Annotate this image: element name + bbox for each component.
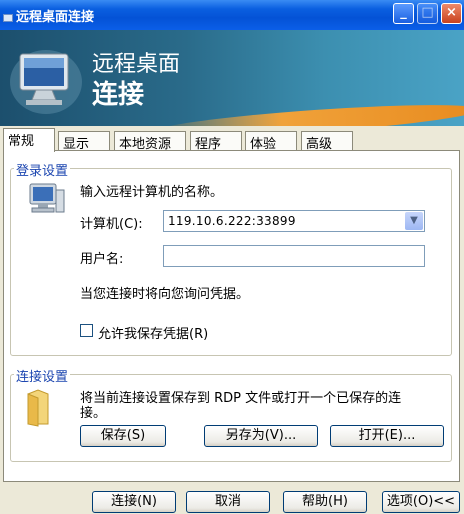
cancel-button[interactable]: 取消 <box>186 491 270 513</box>
connection-description-line1: 将当前连接设置保存到 RDP 文件或打开一个已保存的连 <box>80 391 402 406</box>
help-button[interactable]: 帮助(H) <box>283 491 367 513</box>
chevron-down-icon[interactable]: ▼ <box>405 212 423 230</box>
connection-description-line2: 接。 <box>80 406 107 421</box>
computer-label: 计算机(C): <box>80 217 143 232</box>
credentials-note: 当您连接时将向您询问凭据。 <box>80 287 250 302</box>
header-banner: 远程桌面 连接 <box>0 30 464 126</box>
tab-local-resources[interactable]: 本地资源 <box>114 131 186 152</box>
banner-swoosh <box>149 98 464 126</box>
open-button[interactable]: 打开(E)... <box>330 425 444 447</box>
tab-display[interactable]: 显示 <box>58 131 110 152</box>
minimize-button[interactable]: _ <box>393 3 414 24</box>
username-label: 用户名: <box>80 252 124 267</box>
close-button[interactable]: × <box>441 3 462 24</box>
tab-advanced[interactable]: 高级 <box>301 131 353 152</box>
connection-settings-title: 连接设置 <box>14 366 71 385</box>
tab-experience[interactable]: 体验 <box>245 131 297 152</box>
banner-title-line2: 连接 <box>92 80 145 110</box>
window-title: 远程桌面连接 <box>16 10 95 25</box>
folder-icon <box>27 389 49 427</box>
maximize-button: □ <box>417 3 438 24</box>
username-input[interactable] <box>163 245 425 267</box>
options-button[interactable]: 选项(O)<< <box>382 491 460 513</box>
allow-save-label[interactable]: 允许我保存凭据(R) <box>98 323 208 342</box>
computer-value: 119.10.6.222:33899 <box>168 214 296 228</box>
connect-button[interactable]: 连接(N) <box>92 491 176 513</box>
title-bar[interactable]: 远程桌面连接 _ □ × <box>0 0 464 30</box>
save-as-button[interactable]: 另存为(V)... <box>204 425 318 447</box>
monitor-icon <box>10 50 82 114</box>
save-button[interactable]: 保存(S) <box>80 425 166 447</box>
instruction-text: 输入远程计算机的名称。 <box>80 185 224 200</box>
allow-save-checkbox[interactable] <box>80 324 93 337</box>
tab-programs[interactable]: 程序 <box>190 131 242 152</box>
remote-desktop-icon <box>3 14 13 22</box>
computer-icon <box>29 183 65 213</box>
login-settings-title: 登录设置 <box>14 160 71 179</box>
tab-general[interactable]: 常规 <box>3 128 55 152</box>
computer-combobox[interactable]: 119.10.6.222:33899 ▼ <box>163 210 425 232</box>
